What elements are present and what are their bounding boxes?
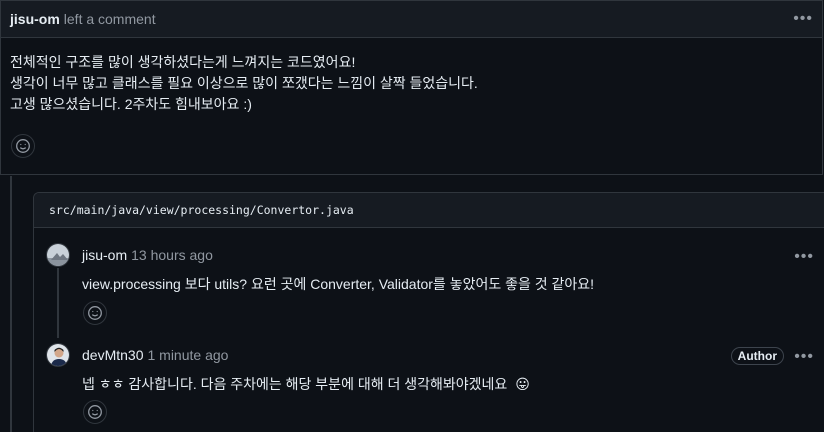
comment-line: 생각이 너무 많고 클래스를 필요 이상으로 많이 쪼갰다는 느낌이 살짝 들었… [10,75,478,91]
comment-body: 전체적인 구조를 많이 생각하셨다는게 느껴지는 코드였어요! 생각이 너무 많… [1,38,822,115]
add-reaction-button[interactable] [11,134,35,158]
reply-text: 넵 ㅎㅎ 감사합니다. 다음 주차에는 해당 부분에 대해 더 생각해봐야겠네요… [82,374,530,394]
smiley-icon [88,306,102,320]
reply-time[interactable]: 13 hours ago [131,247,213,263]
reply-thread-line [57,268,59,338]
reply-meta: devMtn30 1 minute ago [82,347,228,363]
avatar[interactable] [46,343,70,367]
tongue-emoji: 😛 [515,376,530,392]
kebab-horizontal-icon[interactable]: ••• [793,10,813,28]
thread-line [10,176,12,432]
comment-line: 고생 많으셨습니다. 2주차도 힘내보아요 :) [10,96,252,112]
smiley-icon [88,405,102,419]
kebab-horizontal-icon[interactable]: ••• [794,348,814,366]
reply-text: view.processing 보다 utils? 요런 곳에 Converte… [82,276,595,292]
comment-action: left a comment [63,11,156,27]
reply-text-content: 넵 ㅎㅎ 감사합니다. 다음 주차에는 해당 부분에 대해 더 생각해봐야겠네요 [82,376,508,392]
add-reaction-button[interactable] [83,400,107,424]
reply-meta: jisu-om 13 hours ago [82,247,213,263]
comment-line: 전체적인 구조를 많이 생각하셨다는게 느껴지는 코드였어요! [10,54,356,70]
reply-time[interactable]: 1 minute ago [147,347,228,363]
comment-header: jisu-om left a comment ••• [1,1,822,38]
review-thread: src/main/java/view/processing/Convertor.… [33,192,824,432]
reply-author[interactable]: devMtn30 [82,347,143,363]
reply-author[interactable]: jisu-om [82,247,127,263]
file-path[interactable]: src/main/java/view/processing/Convertor.… [34,193,824,228]
comment-author[interactable]: jisu-om [10,11,60,27]
author-badge: Author [730,347,784,365]
avatar[interactable] [46,243,70,267]
smiley-icon [16,139,30,153]
add-reaction-button[interactable] [83,301,107,325]
top-comment: jisu-om left a comment ••• 전체적인 구조를 많이 생… [0,0,823,175]
kebab-horizontal-icon[interactable]: ••• [794,248,814,266]
